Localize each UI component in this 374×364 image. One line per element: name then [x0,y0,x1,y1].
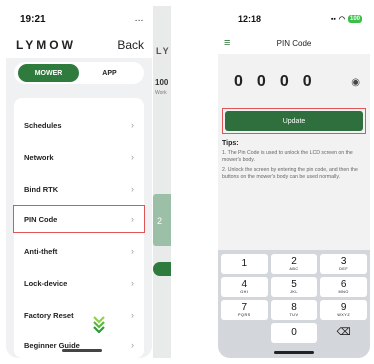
chevron-right-icon: › [131,184,134,194]
key-letters: PQRS [237,312,251,317]
chevron-right-icon: › [131,120,134,130]
status-bar: 19:21 ... [6,6,152,32]
key-letters: WXYZ [337,312,351,317]
chevron-right-icon: › [131,310,134,320]
key-digit: 7 [241,301,248,313]
battery-icon: 100 [347,15,362,23]
home-indicator [62,349,102,352]
key-letters: JKL [289,289,299,294]
key-4[interactable]: 4 GHI [221,277,268,297]
pin-digit[interactable]: 0 [234,73,243,91]
tips-section: Tips: 1. The Pin Code is used to unlock … [222,140,366,181]
menu-item-anti-theft[interactable]: Anti-theft › [14,238,144,264]
chevron-right-icon: › [131,278,134,288]
key-digit: 9 [340,301,347,313]
peek-number: 100 [155,78,169,87]
menu-item-bind-rtk[interactable]: Bind RTK › [14,176,144,202]
key-letters: TUV [289,312,299,317]
tips-title: Tips: [222,140,239,147]
menu-item-lock-device[interactable]: Lock-device › [14,270,144,296]
key-digit: 4 [241,278,248,290]
eye-icon[interactable]: ◉ [351,77,360,88]
pin-digit[interactable]: 0 [280,73,289,91]
key-0[interactable]: 0 [270,323,318,343]
menu-label: Factory Reset [24,310,74,320]
menu-label: Schedules [24,120,62,130]
home-indicator [274,351,314,354]
scroll-down-hint-icon [93,316,105,333]
chevron-right-icon: › [131,246,134,256]
status-time: 12:18 [238,14,262,24]
page-title: PIN Code [276,38,312,48]
key-5[interactable]: 5 JKL [270,277,318,297]
menu-item-pin-code[interactable]: PIN Code › [13,205,145,233]
peek-subtext: Work [155,90,167,96]
settings-list: Schedules › Network › Bind RTK › PIN Code › … [13,98,145,358]
key-6[interactable]: 6 MNO [320,277,368,297]
status-bar: 12:18 ▪▪ ◠ 100 [218,6,370,32]
key-letters: MNO [338,289,349,294]
backspace-icon: ⌫ [336,327,351,338]
numeric-keypad: 1 2 ABC 3 DEF 4 GHI 5 JKL 6 MNO 7 PQRS 8 TUV 9W… [218,250,370,358]
key-letters: DEF [339,266,349,271]
key-1[interactable]: 1 [221,254,268,274]
tip-text: 2. Unlock the screen by entering the pin… [222,167,358,180]
menu-label: Network [24,152,54,162]
menu-item-factory-reset[interactable]: Factory Reset › [14,302,144,328]
peek-logo: LY [156,46,171,56]
background-screen-peek: LY 100 Work 2 [153,6,171,358]
peek-button [153,262,171,276]
chevron-right-icon: › [131,214,134,224]
chevron-right-icon: › [131,340,134,350]
key-letters: ABC [289,266,299,271]
backspace-key[interactable]: ⌫ [320,323,367,343]
pin-code-screen: 12:18 ▪▪ ◠ 100 ≡ PIN Code 0 0 0 0 ◉ Upda… [218,6,370,358]
key-digit: 6 [340,278,347,290]
chevron-right-icon: › [131,152,134,162]
key-9[interactable]: 9 WXYZ [320,300,368,320]
key-digit: 1 [241,258,248,269]
status-icons: ... [135,15,144,23]
key-8[interactable]: 8 TUV [270,300,318,320]
key-digit: 5 [291,278,297,290]
lymow-logo: LYMOW [16,38,76,52]
app-header: LYMOW Back [6,32,152,58]
key-3[interactable]: 3 DEF [320,254,368,274]
update-button[interactable]: Update [225,111,363,131]
update-highlight: Update [222,108,366,134]
segment-control: MOWER APP [14,62,144,84]
pin-input[interactable]: 0 0 0 0 ◉ [218,62,370,102]
app-header: ≡ PIN Code [218,32,370,54]
status-icons: ▪▪ ◠ 100 [331,15,362,23]
menu-label: PIN Code [24,214,58,224]
key-digit: 8 [291,301,297,313]
menu-item-beginner-guide[interactable]: Beginner Guide › [14,332,144,358]
menu-item-network[interactable]: Network › [14,144,144,170]
back-button[interactable]: Back [117,38,144,52]
key-digit: 3 [340,255,347,267]
menu-item-schedules[interactable]: Schedules › [14,112,144,138]
pin-digit[interactable]: 0 [257,73,266,91]
key-digit: 2 [291,255,297,267]
key-2[interactable]: 2 ABC [270,254,318,274]
pin-digit[interactable]: 0 [303,73,312,91]
key-letters: GHI [240,289,249,294]
tab-mower[interactable]: MOWER [18,64,79,82]
peek-card-text: 2 [157,216,163,226]
peek-card: 2 [153,194,171,246]
menu-label: Anti-theft [24,246,58,256]
signal-icon: ▪▪ [330,15,336,23]
menu-label: Lock-device [24,278,68,288]
wifi-icon: ◠ [338,16,345,23]
mower-settings-screen: 19:21 ... LYMOW Back MOWER APP Schedules… [6,6,152,358]
status-time: 19:21 [20,13,46,25]
menu-label: Bind RTK [24,184,59,194]
key-digit: 0 [291,327,297,338]
tip-text: 1. The Pin Code is used to unlock the LC… [222,150,353,163]
key-7[interactable]: 7 PQRS [221,300,268,320]
tab-app[interactable]: APP [79,64,140,82]
key-blank [221,323,268,343]
